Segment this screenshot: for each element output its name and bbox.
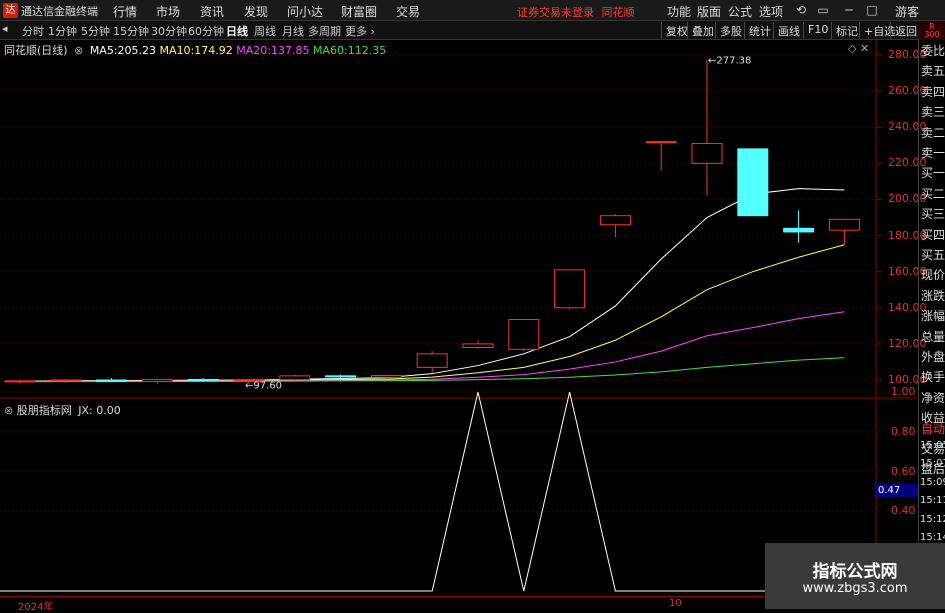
side-time: 15:14 [920, 532, 945, 543]
kline-chart[interactable]: ←277.38 ←97.60 [0, 0, 945, 609]
ma60-label: MA60:112.35 [312, 44, 387, 57]
candle-body [783, 227, 815, 233]
jx-line [0, 391, 876, 592]
watermark: 指标公式网 www.zbgs3.com [765, 543, 945, 609]
side-label: 卖四 [921, 84, 945, 99]
candle-body [279, 375, 311, 381]
side-label: 净资 [921, 390, 945, 405]
close-icon[interactable]: ✕ [860, 42, 869, 55]
main-chart-legend: 同花顺(日线) ⊗ MA5:205.23 MA10:174.92 MA20:13… [4, 42, 386, 58]
indicator-tick-label: 0.60 [891, 464, 916, 478]
low-price-label: ←97.60 [245, 380, 282, 391]
side-label: 买一 [921, 166, 945, 181]
candle-body [462, 343, 494, 348]
side-label: 涨跌 [921, 288, 945, 303]
stock-title: 同花顺(日线) [4, 44, 68, 57]
watermark-url: www.zbgs3.com [802, 581, 908, 596]
indicator-value: JX: 0.00 [78, 404, 121, 417]
side-time: 15:11 [920, 495, 945, 507]
indicator-tick-label: 1.00 [891, 385, 916, 398]
side-time: 15:09 [920, 476, 945, 488]
indicator-tick-label: 0.40 [891, 504, 916, 518]
candle-body [508, 319, 540, 350]
candle-body [50, 379, 82, 382]
indicator-name: 股朋指标网 [16, 404, 72, 417]
indicator-settings-icon[interactable]: ⊗ [4, 404, 13, 417]
ma5-label: MA5:205.23 [89, 44, 157, 57]
indicator-current-value: 0.47 [876, 484, 918, 497]
diamond-icon[interactable]: ◇ [848, 42, 856, 55]
side-label: 买三 [921, 207, 945, 222]
candle-body [599, 215, 631, 226]
high-price-label: ←277.38 [708, 56, 751, 67]
side-label: 现价 [921, 268, 945, 283]
side-label: 委比 [921, 44, 945, 58]
candle-body [416, 353, 448, 368]
side-label: 卖三 [921, 105, 945, 120]
time-axis [0, 596, 876, 609]
side-label: 买四 [921, 227, 945, 242]
candle-body [325, 375, 357, 378]
side-label: 总量 [921, 329, 945, 344]
candle-body [554, 269, 586, 309]
quote-side-panel: 委比 卖五 卖四 卖三 卖二 卖一 买一 买二 买三 买四 买五 现价 涨跌 涨幅 总量 外盘 换手 净资 收益 自动… [918, 40, 945, 609]
candle-body [4, 380, 36, 383]
side-label: 换手 [921, 370, 945, 385]
side-label: 卖二 [921, 125, 945, 140]
candle-body [737, 148, 769, 217]
watermark-title: 指标公式网 [812, 562, 898, 582]
indicator-legend: ⊗ 股朋指标网 JX: 0.00 [4, 402, 121, 418]
month-label: 10 [669, 598, 682, 609]
candle-body [370, 374, 402, 378]
candle-body [645, 141, 677, 144]
candle-body [691, 142, 723, 164]
candle-body [828, 218, 860, 231]
side-time: 15:12 [920, 513, 945, 525]
candle-body [141, 378, 173, 382]
indicator-tick-label: 0.80 [891, 424, 916, 438]
chart-icons[interactable]: ◇ ✕ [848, 42, 869, 55]
candle-body [187, 378, 219, 381]
side-label: 卖五 [921, 64, 945, 79]
settings-icon[interactable]: ⊗ [74, 44, 83, 57]
candle-body [96, 379, 128, 382]
ma10-label: MA10:174.92 [159, 44, 233, 57]
side-label: 卖一 [921, 146, 945, 160]
side-label: 外盘 [921, 350, 945, 364]
side-time: 15:05 [920, 440, 945, 451]
side-time: 15:07 [920, 458, 945, 470]
ma20-label: MA20:137.85 [236, 44, 310, 57]
side-label: 买五 [921, 248, 945, 262]
side-label: 涨幅 [921, 309, 945, 324]
year-label: 2024年 [18, 602, 54, 613]
side-label: 买二 [921, 186, 945, 201]
side-label[interactable]: 自动 [921, 420, 945, 437]
